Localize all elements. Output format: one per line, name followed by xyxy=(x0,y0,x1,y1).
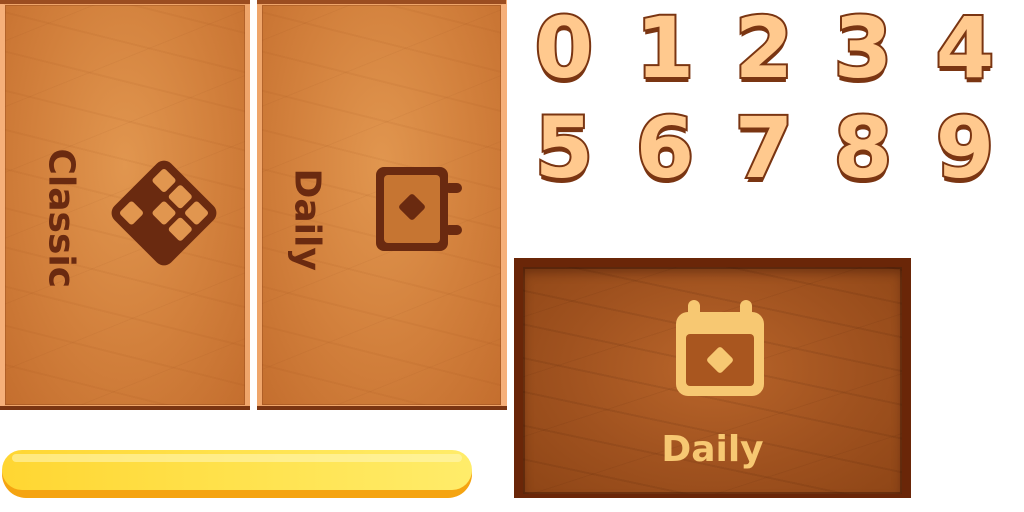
progress-fill xyxy=(2,450,472,490)
daily-mode-card[interactable]: Daily xyxy=(257,0,507,410)
progress-bar xyxy=(2,450,472,498)
digit-0: 0 xyxy=(533,0,595,97)
digit-3: 3 xyxy=(832,0,894,97)
digit-5: 5 xyxy=(533,99,595,197)
digit-4: 4 xyxy=(934,0,996,97)
daily-label-vertical: Daily xyxy=(286,168,328,271)
digit-9: 9 xyxy=(934,99,996,197)
classic-label: Classic xyxy=(40,148,82,289)
calendar-icon xyxy=(376,167,462,251)
card-top-edge xyxy=(257,0,506,4)
classic-mode-card[interactable]: Classic xyxy=(0,0,250,410)
card-top-edge xyxy=(0,0,250,4)
digit-1: 1 xyxy=(634,0,696,97)
digit-2: 2 xyxy=(733,0,795,97)
digit-6: 6 xyxy=(634,99,696,197)
progress-shine xyxy=(12,454,462,462)
digit-7: 7 xyxy=(733,99,795,197)
calendar-icon xyxy=(676,300,764,396)
daily-card-large[interactable]: Daily xyxy=(514,258,911,498)
digit-8: 8 xyxy=(832,99,894,197)
block-grid-icon xyxy=(111,160,217,266)
daily-label: Daily xyxy=(661,429,764,470)
